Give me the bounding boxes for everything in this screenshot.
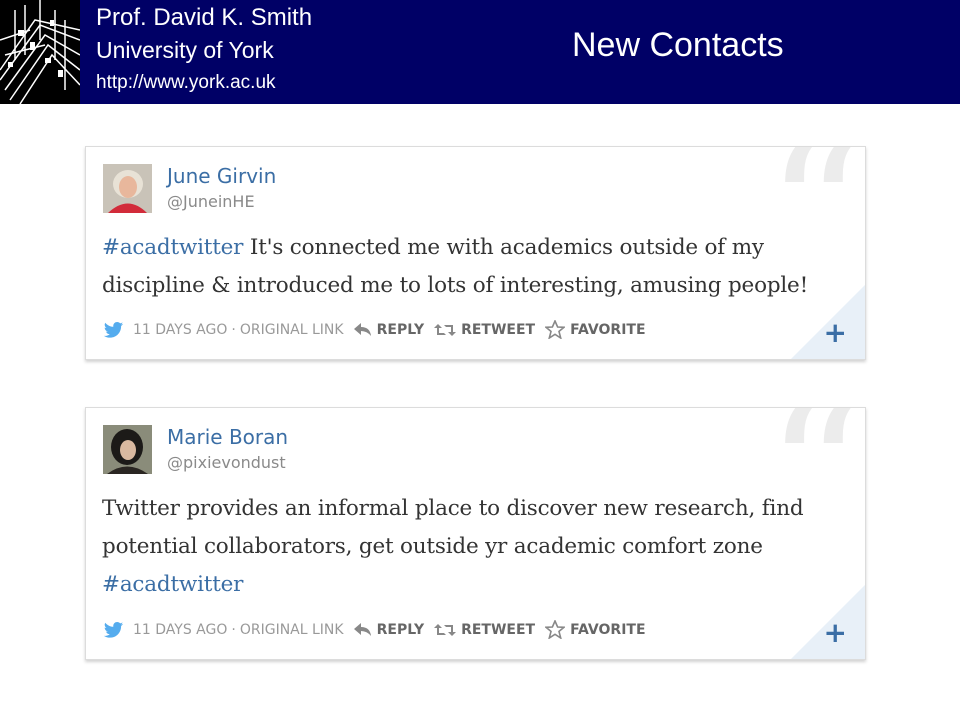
twitter-bird-icon	[103, 321, 124, 338]
tweet-card: “ + June Girvin @JuneinHE #acadtwitter I…	[85, 146, 866, 360]
favorite-label: FAVORITE	[570, 621, 646, 638]
slide-title: New Contacts	[572, 26, 784, 64]
university-name: University of York	[96, 37, 274, 63]
avatar[interactable]	[103, 164, 152, 213]
author-name[interactable]: Marie Boran	[167, 425, 288, 449]
reply-label: REPLY	[376, 621, 425, 638]
retweet-label: RETWEET	[461, 621, 536, 638]
favorite-button[interactable]: FAVORITE	[545, 320, 646, 339]
university-logo	[0, 0, 80, 104]
reply-icon	[353, 322, 371, 336]
tweet-actions: 11 DAYS AGO · ORIGINAL LINK REPLY RETWEE…	[103, 620, 646, 639]
author-handle[interactable]: @JuneinHE	[167, 192, 255, 211]
retweet-icon	[434, 323, 457, 336]
author-name[interactable]: June Girvin	[167, 164, 276, 188]
original-link[interactable]: ORIGINAL LINK	[240, 322, 344, 338]
retweet-label: RETWEET	[461, 321, 536, 338]
plus-icon[interactable]: +	[824, 319, 847, 347]
timestamp-link[interactable]: 11 DAYS AGO	[133, 622, 227, 638]
tweet-body: Twitter provides an informal place to di…	[102, 496, 804, 559]
star-icon	[545, 320, 566, 339]
reply-label: REPLY	[376, 321, 425, 338]
favorite-label: FAVORITE	[570, 321, 646, 338]
hashtag-link[interactable]: #acadtwitter	[102, 572, 243, 597]
separator-dot: ·	[231, 621, 236, 638]
tweet-actions: 11 DAYS AGO · ORIGINAL LINK REPLY RETWEE…	[103, 320, 646, 339]
retweet-button[interactable]: RETWEET	[434, 322, 535, 338]
star-icon	[545, 620, 566, 639]
tweet-card: “ + Marie Boran @pixievondust Twitter pr…	[85, 407, 866, 660]
hashtag-link[interactable]: #acadtwitter	[102, 235, 243, 260]
retweet-button[interactable]: RETWEET	[434, 622, 535, 638]
timestamp-link[interactable]: 11 DAYS AGO	[133, 322, 227, 338]
original-link[interactable]: ORIGINAL LINK	[240, 622, 344, 638]
reply-icon	[353, 622, 371, 636]
avatar[interactable]	[103, 425, 152, 474]
twitter-bird-icon	[103, 621, 124, 638]
header-banner: Prof. David K. Smith University of York …	[0, 0, 960, 104]
author-name-header: Prof. David K. Smith	[96, 4, 313, 31]
retweet-icon	[434, 623, 457, 636]
tweet-text: Twitter provides an informal place to di…	[102, 490, 842, 604]
plus-icon[interactable]: +	[824, 619, 847, 647]
tweet-text: #acadtwitter It's connected me with acad…	[102, 229, 842, 305]
reply-button[interactable]: REPLY	[353, 621, 425, 638]
reply-button[interactable]: REPLY	[353, 321, 425, 338]
separator-dot: ·	[231, 321, 236, 338]
university-url[interactable]: http://www.york.ac.uk	[96, 72, 276, 94]
author-handle[interactable]: @pixievondust	[167, 453, 286, 472]
favorite-button[interactable]: FAVORITE	[545, 620, 646, 639]
